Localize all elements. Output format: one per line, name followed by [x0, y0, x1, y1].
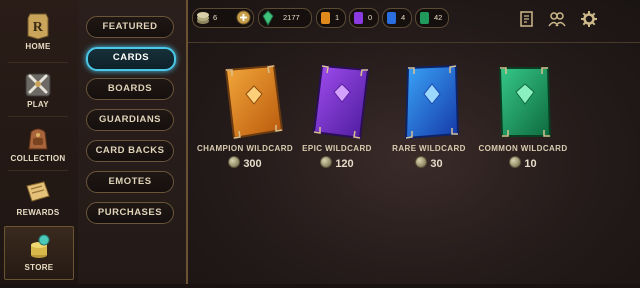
social-icon[interactable] [548, 10, 566, 28]
common-wildcard-card[interactable] [488, 64, 568, 142]
coin-icon [415, 156, 428, 168]
rare-wildcard-count: 4 [401, 13, 406, 22]
price-value: 10 [524, 158, 537, 170]
shard-crystal-icon [262, 10, 274, 26]
submenu-boards[interactable]: BOARDS [86, 78, 174, 100]
submenu-guardians[interactable]: GUARDIANS [86, 109, 174, 131]
bottom-frame [0, 284, 640, 288]
champion-wildcard-card[interactable] [216, 64, 296, 142]
crossed-swords-icon [25, 73, 51, 97]
nav-divider [8, 116, 68, 117]
nav-collection-label: COLLECTION [10, 154, 66, 163]
submenu-purchases[interactable]: PURCHASES [86, 202, 174, 224]
rare-wildcard-icon [387, 12, 396, 24]
coin-icon [320, 156, 333, 168]
coin-icon [228, 156, 241, 168]
common-wildcard-count: 42 [434, 13, 443, 22]
settings-gear-icon[interactable] [580, 10, 598, 28]
nav-store[interactable]: STORE [4, 226, 74, 280]
nav-play-label: PLAY [27, 100, 49, 109]
shards-counter: 2177 [258, 8, 312, 28]
coin-icon [197, 12, 209, 24]
home-logo-icon: R [27, 13, 49, 40]
nav-play[interactable]: PLAY [4, 64, 72, 114]
rare-wildcard-card[interactable] [392, 64, 472, 142]
submenu-featured[interactable]: FEATURED [86, 16, 174, 38]
quests-icon[interactable] [518, 10, 536, 28]
coin-stack-icon [31, 234, 50, 258]
rare-wildcard-counter: 4 [382, 8, 412, 28]
submenu-card-backs[interactable]: CARD BACKS [86, 140, 174, 162]
price-value: 300 [243, 158, 262, 170]
store-submenu: FEATURED CARDS BOARDS GUARDIANS CARD BAC… [78, 0, 188, 288]
common-wildcard-price[interactable]: 10 [468, 156, 578, 170]
main-nav: R HOME PLAY COLLECTION REWARDS STORE [0, 0, 80, 288]
epic-wildcard-counter: 0 [349, 8, 379, 28]
champion-wildcard-counter: 1 [316, 8, 346, 28]
price-value: 120 [335, 158, 354, 170]
champion-wildcard-icon [321, 12, 330, 24]
coins-value: 6 [213, 13, 218, 22]
nav-divider [8, 62, 68, 63]
price-value: 30 [430, 158, 443, 170]
nav-rewards[interactable]: REWARDS [4, 172, 72, 222]
epic-wildcard-count: 0 [368, 13, 373, 22]
common-wildcard-icon [420, 12, 429, 24]
nav-rewards-label: REWARDS [16, 208, 60, 217]
nav-store-label: STORE [24, 263, 54, 272]
submenu-emotes[interactable]: EMOTES [86, 171, 174, 193]
nav-collection[interactable]: COLLECTION [4, 118, 72, 168]
resource-bar: 6 2177 1 0 4 42 [188, 0, 640, 43]
scroll-map-icon [26, 181, 50, 202]
nav-home-label: HOME [25, 42, 51, 51]
epic-wildcard-icon [354, 12, 363, 24]
shards-value: 2177 [283, 13, 300, 22]
epic-wildcard-card[interactable] [302, 64, 382, 142]
add-coins-icon[interactable] [236, 10, 251, 25]
submenu-cards[interactable]: CARDS [86, 47, 176, 71]
nav-divider [8, 170, 68, 171]
common-wildcard-counter: 42 [415, 8, 449, 28]
coins-counter: 6 [192, 8, 254, 28]
coin-icon [509, 156, 522, 168]
champion-wildcard-count: 1 [335, 13, 340, 22]
svg-text:R: R [33, 20, 44, 35]
nav-home[interactable]: R HOME [4, 6, 72, 56]
common-wildcard-name: COMMON WILDCARD [478, 144, 568, 153]
backpack-icon [28, 128, 48, 150]
